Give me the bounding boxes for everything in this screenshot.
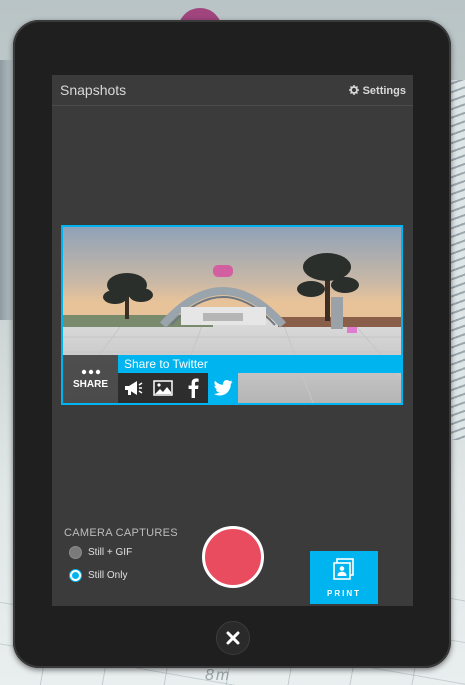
- share-tooltip-label: Share to Twitter: [124, 357, 208, 371]
- facebook-icon: [188, 378, 199, 398]
- print-label: PRINT: [327, 589, 361, 598]
- page-title: Snapshots: [60, 82, 127, 98]
- radio-label: Still Only: [88, 569, 128, 581]
- settings-label: Settings: [362, 85, 406, 97]
- radio-indicator: [69, 568, 82, 582]
- radio-still-gif[interactable]: Still + GIF: [69, 545, 132, 559]
- snapshots-screen: Snapshots Settings SHARE Share to Twitte…: [52, 75, 413, 606]
- megaphone-icon: [125, 381, 143, 395]
- snapshot-preview[interactable]: SHARE Share to Twitter: [61, 225, 403, 405]
- share-toggle-button[interactable]: SHARE: [63, 355, 118, 403]
- settings-button[interactable]: Settings: [348, 82, 406, 100]
- share-facebook-button[interactable]: [178, 373, 208, 403]
- share-toggle-label: SHARE: [72, 379, 108, 390]
- screen-header: Snapshots Settings: [52, 75, 413, 106]
- print-photo-icon: [333, 558, 354, 580]
- share-tooltip-bar: Share to Twitter: [118, 355, 401, 373]
- print-button[interactable]: PRINT: [310, 551, 378, 604]
- radio-label: Still + GIF: [88, 546, 133, 558]
- capture-button[interactable]: [202, 526, 264, 588]
- share-image-button[interactable]: [148, 373, 178, 403]
- radio-still-only[interactable]: Still Only: [69, 568, 127, 582]
- tablet: Snapshots Settings SHARE Share to Twitte…: [13, 20, 451, 668]
- image-icon: [153, 380, 173, 396]
- share-icons-bar: [118, 373, 238, 403]
- share-announce-button[interactable]: [118, 373, 148, 403]
- world-floor-marker: 8m: [205, 667, 232, 684]
- more-dots-icon: [81, 369, 101, 375]
- close-button[interactable]: [216, 621, 250, 655]
- close-icon: [226, 631, 240, 645]
- camera-captures-label: CAMERA CAPTURES: [64, 527, 178, 539]
- share-twitter-button[interactable]: [208, 373, 238, 403]
- twitter-icon: [213, 380, 233, 396]
- radio-indicator: [69, 545, 82, 559]
- gear-icon: [348, 82, 359, 100]
